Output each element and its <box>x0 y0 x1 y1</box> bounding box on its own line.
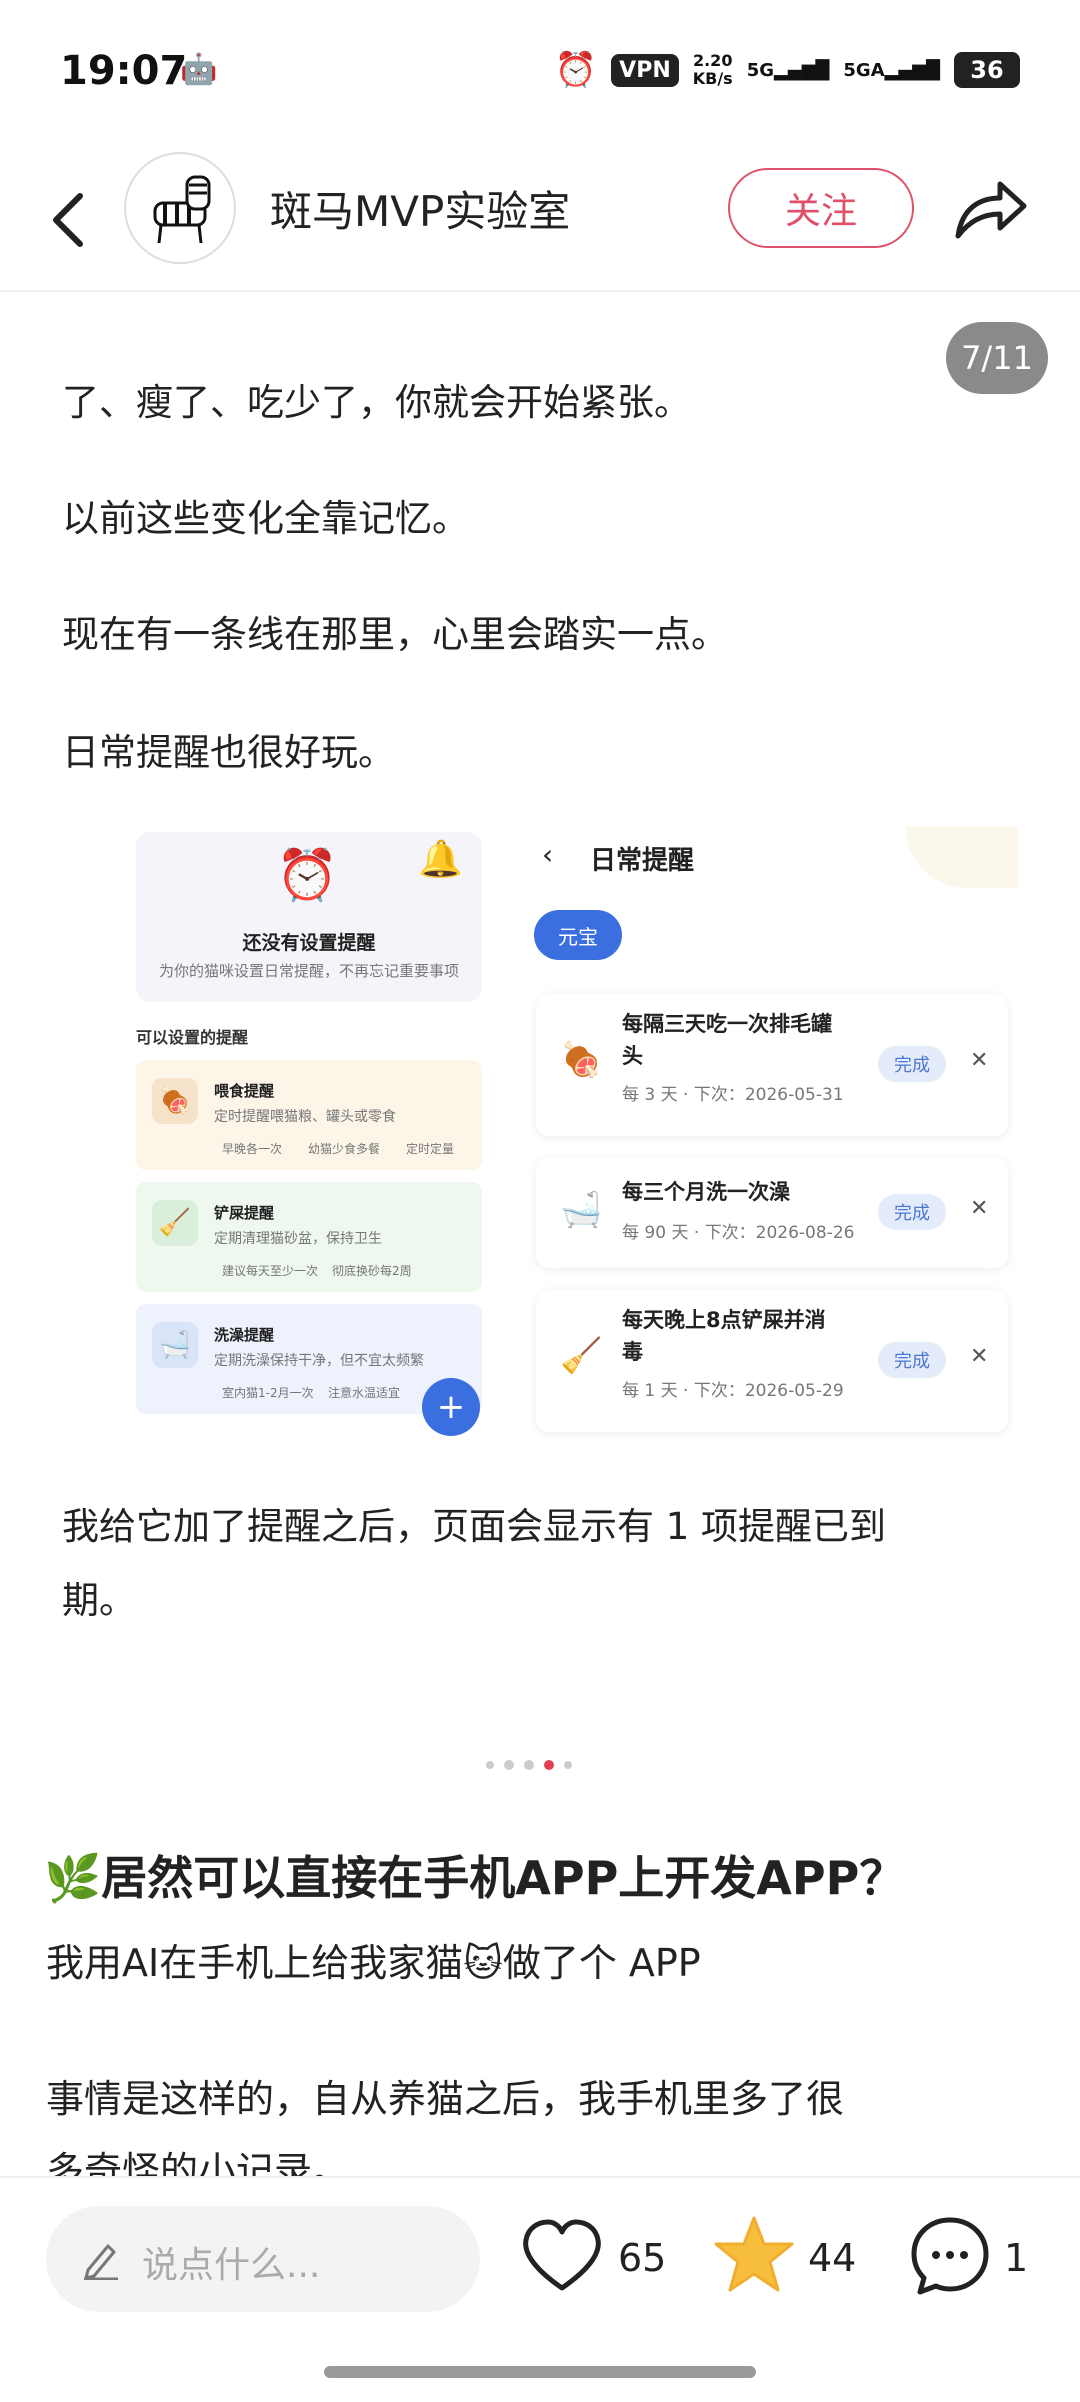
back-button[interactable] <box>40 180 100 260</box>
reminder-card: 🍖 每隔三天吃一次排毛罐 头 每 3 天 · 下次：2026-05-31 完成 … <box>536 994 1008 1136</box>
reminder-card: 🧹 每天晚上8点铲屎并消 毒 每 1 天 · 下次：2026-05-29 完成 … <box>536 1290 1008 1432</box>
paragraph: 以前这些变化全靠记忆。 <box>62 497 469 540</box>
card-tag: 建议每天至少一次 <box>222 1264 319 1278</box>
close-icon: ✕ <box>970 1196 989 1221</box>
card-title: 洗澡提醒 <box>214 1326 275 1344</box>
paragraph: 了、瘦了、吃少了，你就会开始紧张。 <box>62 381 691 424</box>
reminder-meta: 每 3 天 · 下次：2026-05-31 <box>622 1085 844 1105</box>
carousel-dot-active <box>544 1760 554 1770</box>
network-speed: 2.20 KB/s <box>693 52 733 88</box>
reminder-title: 每隔三天吃一次排毛罐 <box>622 1012 832 1036</box>
close-icon: ✕ <box>970 1048 989 1073</box>
battery-icon: 36 <box>954 52 1020 88</box>
card-desc: 定时提醒喂猫粮、罐头或零食 <box>214 1109 396 1125</box>
alarm-icon: ⏰ <box>554 50 598 90</box>
reminder-meta: 每 90 天 · 下次：2026-08-26 <box>622 1223 855 1243</box>
empty-title: 还没有设置提醒 <box>242 932 376 954</box>
reminder-title: 每三个月洗一次澡 <box>622 1180 790 1204</box>
image-page-counter: 7/11 <box>946 322 1048 394</box>
food-icon: 🍖 <box>152 1078 198 1124</box>
notification-icon: 🤖 <box>180 52 218 87</box>
reminder-card: 🛁 每三个月洗一次澡 每 90 天 · 下次：2026-08-26 完成 ✕ <box>536 1158 1008 1268</box>
bell-icon: 🔔 <box>418 839 463 880</box>
post-body: 事情是这样的，自从养猫之后，我手机里多了很 <box>46 2077 845 2121</box>
card-tag: 室内猫1-2月一次 <box>222 1386 314 1400</box>
card-tag: 定时定量 <box>406 1142 455 1156</box>
decor-shape <box>906 826 1018 888</box>
paragraph: 现在有一条线在那里，心里会踏实一点。 <box>62 613 728 656</box>
back-icon: ‹ <box>542 838 554 871</box>
card-desc: 定期清理猫砂盆，保持卫生 <box>214 1231 382 1247</box>
bathtub-icon: 🛁 <box>152 1322 198 1368</box>
embedded-screenshot-right: ‹ 日常提醒 元宝 🍖 每隔三天吃一次排毛罐 头 每 3 天 · 下次：2026… <box>506 826 1018 1436</box>
speed-unit: KB/s <box>692 69 733 88</box>
reminder-title: 每天晚上8点铲屎并消 <box>622 1308 826 1332</box>
follow-button[interactable]: 关注 <box>728 168 914 248</box>
comment-count: 1 <box>1004 2236 1029 2280</box>
done-button: 完成 <box>878 1342 946 1378</box>
reminder-meta: 每 1 天 · 下次：2026-05-29 <box>622 1381 844 1401</box>
card-title: 喂食提醒 <box>214 1082 275 1100</box>
food-icon: 🍖 <box>560 1040 603 1080</box>
paragraph: 日常提醒也很好玩。 <box>62 731 395 774</box>
account-name[interactable]: 斑马MVP实验室 <box>270 178 570 239</box>
reminder-type-card: 🍖 喂食提醒 定时提醒喂猫粮、罐头或零食 早晚各一次 幼猫少食多餐 定时定量 <box>136 1060 482 1170</box>
signal-icon: 5G▂▄▆█ <box>746 59 830 81</box>
pet-chip: 元宝 <box>534 910 622 960</box>
reminder-title-cont: 毒 <box>622 1340 643 1364</box>
status-icons: ⏰ VPN 2.20 KB/s 5G▂▄▆█ 5GA▂▄▆█ 36 <box>555 50 1020 90</box>
carousel-dots[interactable] <box>486 1760 572 1770</box>
section-label: 可以设置的提醒 <box>136 1028 249 1047</box>
paragraph: 期。 <box>62 1579 136 1622</box>
add-reminder-fab: + <box>422 1378 480 1436</box>
empty-state-card: ⏰ 🔔 还没有设置提醒 为你的猫咪设置日常提醒，不再忘记重要事项 <box>136 832 482 1002</box>
card-tag: 彻底换砂每2周 <box>332 1264 412 1278</box>
post-subtitle: 我用AI在手机上给我家猫🐱做了个 APP <box>46 1941 701 1985</box>
signal-label-1: 5G <box>746 59 775 81</box>
broom-icon: 🧹 <box>560 1336 603 1376</box>
comment-icon[interactable] <box>908 2214 992 2298</box>
star-icon[interactable] <box>712 2214 796 2294</box>
carousel-dot <box>504 1760 514 1770</box>
empty-subtitle: 为你的猫咪设置日常提醒，不再忘记重要事项 <box>158 962 459 980</box>
carousel-dot <box>524 1760 534 1770</box>
reminder-title-cont: 头 <box>622 1044 643 1068</box>
speed-value: 2.20 <box>692 51 733 70</box>
carousel-dot <box>486 1761 494 1769</box>
done-button: 完成 <box>878 1046 946 1082</box>
broom-icon: 🧹 <box>152 1200 198 1246</box>
card-tag: 注意水温适宜 <box>328 1386 401 1400</box>
reminder-type-card: 🧹 铲屎提醒 定期清理猫砂盆，保持卫生 建议每天至少一次 彻底换砂每2周 <box>136 1182 482 1292</box>
like-icon[interactable] <box>520 2218 604 2294</box>
signal-icon-2: 5GA▂▄▆█ <box>843 59 940 81</box>
comment-input[interactable]: 说点什么... <box>46 2206 480 2312</box>
like-count: 65 <box>618 2236 667 2280</box>
card-desc: 定期洗澡保持干净，但不宜太频繁 <box>214 1353 424 1369</box>
bathtub-icon: 🛁 <box>560 1190 603 1230</box>
home-indicator[interactable] <box>324 2366 756 2378</box>
vpn-badge: VPN <box>611 53 679 87</box>
carousel-dot <box>564 1761 572 1769</box>
zebra-icon <box>153 175 211 244</box>
star-count: 44 <box>808 2236 857 2280</box>
comment-placeholder: 说点什么... <box>142 2245 321 2286</box>
card-tag: 早晚各一次 <box>222 1142 283 1156</box>
screen-title: 日常提醒 <box>590 846 695 876</box>
signal-label-2: 5GA <box>843 59 885 81</box>
card-tag: 幼猫少食多餐 <box>308 1142 381 1156</box>
status-time: 19:07 <box>60 48 188 94</box>
post-title: 🌿居然可以直接在手机APP上开发APP？ <box>44 1851 906 1905</box>
paragraph: 我给它加了提醒之后，页面会显示有 1 项提醒已到 <box>62 1505 887 1548</box>
pencil-icon <box>84 2244 118 2280</box>
alarm-clock-icon: ⏰ <box>276 846 339 904</box>
done-button: 完成 <box>878 1194 946 1230</box>
card-title: 铲屎提醒 <box>214 1204 275 1222</box>
share-icon[interactable] <box>950 172 1030 244</box>
close-icon: ✕ <box>970 1344 989 1369</box>
avatar[interactable] <box>124 152 236 264</box>
embedded-screenshot-left: ⏰ 🔔 还没有设置提醒 为你的猫咪设置日常提醒，不再忘记重要事项 可以设置的提醒… <box>136 832 482 1436</box>
